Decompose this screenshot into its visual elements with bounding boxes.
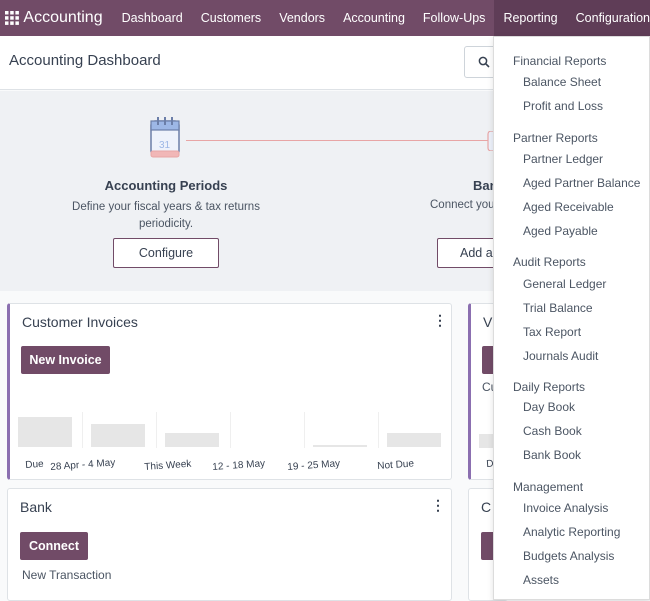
menu-item-general-ledger[interactable]: General Ledger (523, 277, 606, 291)
step-bank-description: Connect you (430, 199, 495, 211)
menu-item-balance-sheet[interactable]: Balance Sheet (523, 75, 601, 89)
svg-text:31: 31 (159, 140, 171, 151)
chart-bar (387, 433, 441, 447)
step-title: Accounting Periods (104, 178, 228, 193)
menu-customers[interactable]: Customers (192, 0, 270, 36)
card-title: Customer Invoices (22, 314, 138, 330)
menu-item-trial-balance[interactable]: Trial Balance (523, 301, 593, 315)
onboarding-connector (186, 140, 496, 141)
menu-item-assets[interactable]: Assets (523, 573, 559, 587)
menu-configuration[interactable]: Configuration (566, 0, 650, 36)
menu-item-day-book[interactable]: Day Book (523, 400, 575, 414)
app-brand[interactable]: Accounting (23, 9, 102, 27)
kebab-menu-icon[interactable]: ⋮ (433, 312, 447, 329)
menu-dashboard[interactable]: Dashboard (113, 0, 192, 36)
chart-tick: 12 - 18 May (212, 458, 266, 473)
menu-follow-ups[interactable]: Follow-Ups (414, 0, 495, 36)
new-transaction-link[interactable]: New Transaction (22, 568, 111, 582)
calendar-icon: 31 (150, 117, 180, 158)
section-partner-reports: Partner Reports (513, 131, 598, 145)
chart-gridline (156, 412, 157, 448)
customer-invoices-card: Customer Invoices ⋮ New Invoice Due 28 A… (7, 303, 452, 480)
menu-item-profit-and-loss[interactable]: Profit and Loss (523, 99, 603, 113)
step-description-line2: periodicity. (138, 218, 194, 230)
connect-button[interactable]: Connect (20, 532, 88, 560)
search-icon (478, 56, 490, 68)
card-title: V (483, 314, 493, 330)
menu-item-analytic-reporting[interactable]: Analytic Reporting (523, 525, 620, 539)
reporting-dropdown-menu: Financial Reports Balance Sheet Profit a… (493, 36, 650, 600)
menu-item-partner-ledger[interactable]: Partner Ledger (523, 152, 603, 166)
chart-tick: This Week (144, 458, 192, 473)
section-daily-reports: Daily Reports (513, 380, 586, 394)
menu-item-invoice-analysis[interactable]: Invoice Analysis (523, 501, 608, 515)
menu-vendors[interactable]: Vendors (270, 0, 334, 36)
chart-bar (91, 424, 145, 447)
chart-tick: Not Due (377, 458, 415, 472)
kebab-menu-icon[interactable]: ⋮ (431, 497, 445, 514)
menu-item-journals-audit[interactable]: Journals Audit (523, 349, 598, 363)
menu-item-cash-book[interactable]: Cash Book (523, 424, 582, 438)
bank-card: Bank ⋮ Connect New Transaction (7, 488, 452, 601)
chart-bar (18, 417, 72, 447)
chart-tick: 28 Apr - 4 May (50, 457, 116, 473)
menu-item-aged-partner-balance[interactable]: Aged Partner Balance (523, 176, 640, 190)
section-management: Management (513, 480, 584, 494)
page-title: Accounting Dashboard (9, 52, 161, 69)
section-financial-reports: Financial Reports (513, 54, 607, 68)
step-accounting-periods: Accounting Periods Define your fiscal ye… (60, 178, 272, 233)
menu-item-bank-book[interactable]: Bank Book (523, 448, 581, 462)
card-title: C (481, 499, 492, 515)
menu-reporting[interactable]: Reporting (494, 0, 567, 36)
menu-item-tax-report[interactable]: Tax Report (523, 325, 581, 339)
card-title: Bank (20, 499, 52, 515)
chart-gridline (304, 412, 305, 448)
apps-grid-icon[interactable] (4, 0, 19, 36)
menu-accounting[interactable]: Accounting (334, 0, 414, 36)
menu-item-aged-payable[interactable]: Aged Payable (523, 224, 598, 238)
step-description-line1: Define your fiscal years & tax returns (72, 201, 260, 213)
chart-gridline (230, 412, 231, 448)
chart-bar (165, 433, 219, 447)
chart-gridline (378, 412, 379, 448)
chart-bar (313, 445, 367, 447)
configure-button[interactable]: Configure (113, 238, 219, 268)
menu-item-budgets-analysis[interactable]: Budgets Analysis (523, 549, 614, 563)
chart-tick: Due (25, 458, 45, 471)
section-audit-reports: Audit Reports (513, 255, 586, 269)
menu-item-aged-receivable[interactable]: Aged Receivable (523, 200, 614, 214)
new-invoice-button[interactable]: New Invoice (21, 346, 110, 374)
chart-gridline (82, 412, 83, 448)
chart-tick: 19 - 25 May (287, 458, 341, 473)
main-navbar: Accounting Dashboard Customers Vendors A… (0, 0, 650, 36)
